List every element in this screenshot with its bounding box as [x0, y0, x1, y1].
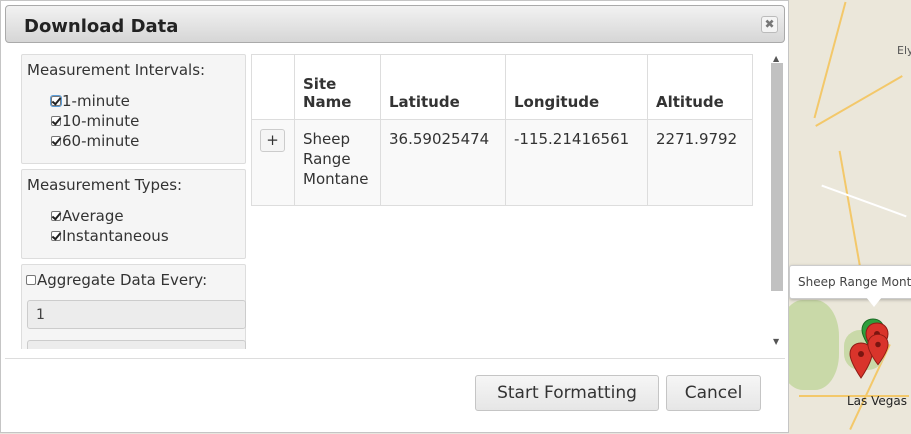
aggregate-option[interactable]: Aggregate Data Every:: [26, 270, 207, 290]
table-row: + Sheep Range Montane 36.59025474 -115.2…: [251, 119, 753, 206]
intervals-title: Measurement Intervals:: [27, 61, 206, 79]
close-button[interactable]: ✖: [761, 16, 778, 33]
close-icon: ✖: [764, 17, 775, 31]
aggregate-unit-select[interactable]: [27, 340, 246, 349]
types-fieldset: Measurement Types: Average Instantaneous: [21, 169, 246, 259]
place-label-ely: Ely: [897, 44, 911, 57]
scroll-up-arrow-icon[interactable]: ▲: [773, 54, 779, 63]
map-background[interactable]: Ely Las Vegas Sheep Range Montane: [789, 0, 911, 434]
checkbox-instantaneous[interactable]: [51, 231, 61, 241]
start-formatting-button[interactable]: Start Formatting: [475, 375, 659, 411]
checkbox-aggregate[interactable]: [26, 275, 36, 285]
sites-table: Site Name Latitude Longitude Altitude + …: [251, 54, 753, 206]
dialog-title: Download Data: [24, 16, 179, 37]
column-header-latitude: Latitude: [380, 54, 506, 120]
interval-label: 1-minute: [62, 92, 130, 110]
interval-option-1-minute[interactable]: 1-minute: [50, 91, 130, 111]
type-option-average[interactable]: Average: [51, 206, 124, 226]
interval-label: 60-minute: [62, 132, 140, 150]
checkbox-10-minute[interactable]: [51, 116, 61, 126]
map-pin-icon[interactable]: [867, 332, 889, 368]
aggregate-fieldset: Aggregate Data Every: 1: [21, 264, 246, 349]
table-header-row: Site Name Latitude Longitude Altitude: [251, 54, 753, 120]
checkbox-1-minute[interactable]: [50, 95, 62, 107]
scroll-thumb[interactable]: [771, 63, 783, 291]
scroll-down-arrow-icon[interactable]: ▼: [773, 337, 779, 346]
cell-latitude: 36.59025474: [380, 119, 506, 206]
map-marker-tooltip[interactable]: Sheep Range Montane: [789, 265, 911, 299]
dialog-titlebar[interactable]: Download Data ✖: [5, 5, 785, 43]
sites-table-container: Site Name Latitude Longitude Altitude + …: [251, 54, 753, 206]
aggregate-label: Aggregate Data Every:: [37, 271, 208, 289]
interval-option-10-minute[interactable]: 10-minute: [51, 111, 139, 131]
content-scrollbar[interactable]: ▲ ▼: [769, 54, 785, 348]
column-header-site-name: Site Name: [294, 54, 381, 120]
interval-label: 10-minute: [62, 112, 140, 130]
type-label: Average: [62, 207, 124, 225]
column-header-longitude: Longitude: [505, 54, 648, 120]
type-label: Instantaneous: [62, 227, 169, 245]
map-tooltip-text: Sheep Range Montane: [798, 275, 911, 289]
cancel-button[interactable]: Cancel: [666, 375, 761, 411]
place-label-las-vegas: Las Vegas: [847, 394, 907, 408]
aggregate-amount-input[interactable]: 1: [27, 300, 246, 329]
expand-row-button[interactable]: +: [260, 129, 285, 152]
options-panel: Measurement Intervals: 1-minute 10-minut…: [21, 54, 247, 349]
download-data-dialog: Download Data ✖ Measurement Intervals: 1…: [0, 0, 789, 433]
interval-option-60-minute[interactable]: 60-minute: [51, 131, 139, 151]
checkbox-60-minute[interactable]: [51, 136, 61, 146]
cell-altitude: 2271.9792: [647, 119, 753, 206]
checkbox-average[interactable]: [51, 211, 61, 221]
map-tooltip-tail: [866, 297, 882, 307]
types-title: Measurement Types:: [27, 176, 183, 194]
column-header-altitude: Altitude: [647, 54, 753, 120]
cell-longitude: -115.21416561: [505, 119, 648, 206]
type-option-instantaneous[interactable]: Instantaneous: [51, 226, 169, 246]
column-header-expand: [251, 54, 295, 120]
intervals-fieldset: Measurement Intervals: 1-minute 10-minut…: [21, 54, 246, 164]
cell-site-name: Sheep Range Montane: [294, 119, 381, 206]
footer-divider: [5, 358, 785, 359]
